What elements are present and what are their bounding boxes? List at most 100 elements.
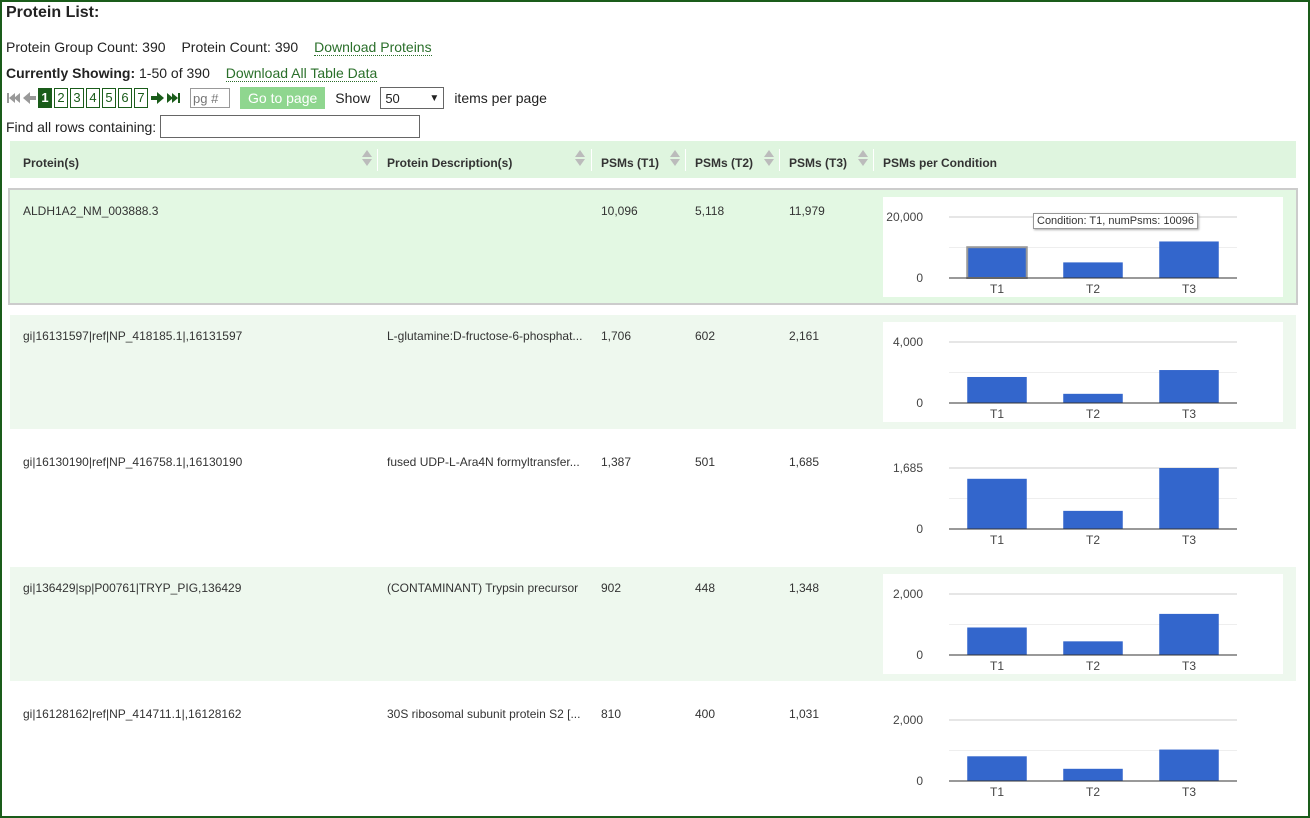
page-link-2[interactable]: 2: [54, 88, 68, 108]
x-tick-label: T3: [1182, 785, 1196, 799]
find-rows-input[interactable]: [160, 115, 421, 138]
bar-t1: [966, 246, 1028, 279]
psms-per-condition-chart[interactable]: 4,000 0 T1 T2 T3: [883, 322, 1283, 422]
psms-t2: 400: [695, 707, 716, 721]
x-tick-label: T2: [1086, 785, 1100, 799]
bar-chart: 4,000 0 T1 T2 T3: [893, 335, 1237, 421]
previous-page-icon[interactable]: [22, 91, 37, 105]
psms-t1: 902: [601, 581, 622, 595]
page-number-input[interactable]: [190, 88, 230, 108]
page-link-6[interactable]: 6: [118, 88, 132, 108]
bar-t3: [1159, 468, 1219, 529]
bar-t1: [967, 376, 1027, 403]
psms-t1: 1,706: [601, 329, 632, 343]
protein-name: gi|16128162|ref|NP_414711.1|,16128162: [23, 707, 242, 721]
x-tick-label: T1: [990, 785, 1004, 799]
y-tick-label: 0: [916, 648, 923, 662]
table-row[interactable]: gi|136429|sp|P00761|TRYP_PIG,136429 (CON…: [10, 567, 1296, 681]
go-to-page-button[interactable]: Go to page: [240, 87, 326, 109]
psms-per-condition-chart[interactable]: 2,000 0 T1 T2 T3: [883, 700, 1283, 800]
items-per-page-value: 50: [385, 90, 400, 106]
y-tick-label: 0: [916, 396, 923, 410]
psms-t3: 1,031: [789, 707, 820, 721]
x-tick-label: T2: [1086, 659, 1100, 673]
bar-chart: 2,000 0 T1 T2 T3: [893, 713, 1237, 799]
chart-tooltip: Condition: T1, numPsms: 10096: [1033, 213, 1198, 229]
column-divider: [873, 149, 874, 171]
x-tick-label: T1: [990, 659, 1004, 673]
psms-per-condition-chart[interactable]: 1,685 0 T1 T2 T3: [883, 448, 1283, 548]
next-page-icon[interactable]: [150, 91, 165, 105]
psms-t1: 1,387: [601, 455, 632, 469]
column-divider: [591, 149, 592, 171]
y-tick-label: 2,000: [893, 587, 923, 601]
bar-t1: [967, 478, 1027, 529]
page-link-4[interactable]: 4: [86, 88, 100, 108]
psms-t2: 501: [695, 455, 716, 469]
items-per-page-select[interactable]: 50 ▼: [380, 87, 445, 109]
bar-t3: [1159, 370, 1219, 403]
download-all-table-data-link[interactable]: Download All Table Data: [225, 65, 378, 82]
x-tick-label: T1: [990, 533, 1004, 547]
x-tick-label: T1: [990, 407, 1004, 421]
table-row[interactable]: gi|16130190|ref|NP_416758.1|,16130190 fu…: [10, 441, 1296, 555]
first-page-icon[interactable]: [6, 91, 21, 105]
table-row[interactable]: gi|16131597|ref|NP_418185.1|,16131597 L-…: [10, 315, 1296, 429]
bar-chart: 2,000 0 T1 T2 T3: [893, 587, 1237, 673]
protein-description: L-glutamine:D-fructose-6-phosphat...: [387, 329, 583, 343]
column-divider: [779, 149, 780, 171]
header-description[interactable]: Protein Description(s): [387, 141, 512, 178]
page-link-1[interactable]: 1: [38, 88, 52, 108]
header-psms-t3[interactable]: PSMs (T3): [789, 141, 847, 178]
x-tick-label: T3: [1182, 282, 1196, 296]
protein-name: gi|136429|sp|P00761|TRYP_PIG,136429: [23, 581, 242, 595]
show-label: Show: [335, 90, 371, 106]
bar-t2: [1063, 262, 1123, 278]
header-protein[interactable]: Protein(s): [23, 141, 79, 178]
page-link-3[interactable]: 3: [70, 88, 84, 108]
y-tick-label: 1,685: [893, 461, 923, 475]
last-page-icon[interactable]: [166, 91, 181, 105]
header-psms-t1[interactable]: PSMs (T1): [601, 141, 659, 178]
protein-name: gi|16130190|ref|NP_416758.1|,16130190: [23, 455, 243, 469]
psms-per-condition-chart[interactable]: 20,000 0 T1 T2 T3 Condition: T1, numPsms: 100…: [883, 197, 1283, 297]
x-tick-label: T2: [1086, 282, 1100, 296]
y-tick-label: 0: [916, 522, 923, 536]
psms-t3: 1,685: [789, 455, 820, 469]
sort-icon[interactable]: [362, 150, 372, 166]
filter-row: Find all rows containing:: [6, 115, 421, 138]
showing-label: Currently Showing:: [6, 65, 136, 81]
bar-t2: [1063, 393, 1123, 403]
x-tick-label: T3: [1182, 407, 1196, 421]
page-link-5[interactable]: 5: [102, 88, 116, 108]
psms-t1: 10,096: [601, 204, 638, 218]
y-tick-label: 4,000: [893, 335, 923, 349]
sort-icon[interactable]: [575, 150, 585, 166]
download-proteins-link[interactable]: Download Proteins: [314, 39, 432, 56]
psms-per-condition-chart[interactable]: 2,000 0 T1 T2 T3: [883, 574, 1283, 674]
table-row[interactable]: gi|16128162|ref|NP_414711.1|,16128162 30…: [10, 693, 1296, 807]
table-row[interactable]: ALDH1A2_NM_003888.3 10,096 5,118 11,979 …: [8, 188, 1298, 305]
page-link-7[interactable]: 7: [134, 88, 148, 108]
header-psms-t2[interactable]: PSMs (T2): [695, 141, 753, 178]
protein-count: Protein Count: 390: [181, 39, 299, 55]
sort-icon[interactable]: [670, 150, 680, 166]
bar-t3: [1159, 613, 1219, 655]
bar-t3: [1159, 241, 1219, 278]
x-tick-label: T2: [1086, 407, 1100, 421]
bar-t3: [1159, 749, 1219, 781]
bar-t2: [1063, 641, 1123, 655]
protein-description: fused UDP-L-Ara4N formyltransfer...: [387, 455, 580, 469]
sort-icon[interactable]: [764, 150, 774, 166]
pagination: 1 2 3 4 5 6 7 Go to page Show 50 ▼ items…: [6, 87, 547, 109]
header-psms-per-condition: PSMs per Condition: [883, 156, 997, 170]
sort-icon[interactable]: [858, 150, 868, 166]
bar-t1: [967, 627, 1027, 655]
protein-name: ALDH1A2_NM_003888.3: [23, 204, 159, 218]
bar-chart: 1,685 0 T1 T2 T3: [893, 461, 1237, 547]
column-divider: [377, 149, 378, 171]
protein-list-panel: Protein List: Protein Group Count: 390 P…: [0, 0, 1310, 818]
showing-line: Currently Showing: 1-50 of 390 Download …: [6, 65, 378, 82]
y-tick-label: 0: [916, 271, 923, 285]
find-label: Find all rows containing:: [6, 118, 157, 135]
